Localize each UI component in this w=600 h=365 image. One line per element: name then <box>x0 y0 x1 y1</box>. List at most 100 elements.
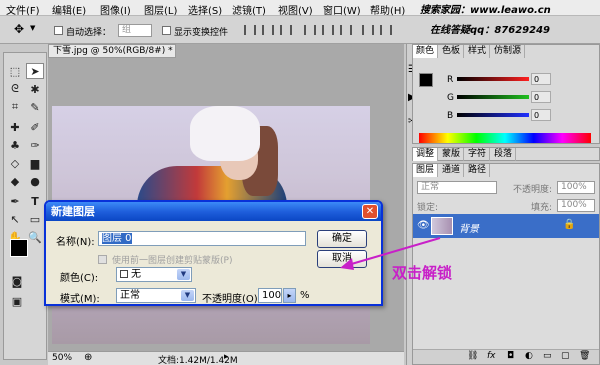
distribute-top-icon[interactable] <box>362 25 374 35</box>
cancel-button[interactable]: 取消 <box>317 250 367 268</box>
menu-layer[interactable]: 图层(L) <box>144 2 177 17</box>
green-value: 0 <box>534 93 540 102</box>
auto-select-checkbox[interactable] <box>54 26 63 35</box>
foreground-color-swatch[interactable] <box>10 239 28 257</box>
tab-color[interactable]: 颜色 <box>413 45 439 58</box>
gradient-tool-icon[interactable]: ▆ <box>26 155 44 171</box>
close-icon[interactable]: ✕ <box>362 204 378 219</box>
show-transform-checkbox[interactable] <box>162 26 171 35</box>
color-dropdown[interactable]: 无 ▼ <box>116 267 192 282</box>
blend-mode-dropdown[interactable]: 正常 <box>417 181 497 194</box>
align-right-icon[interactable] <box>340 25 352 35</box>
brush-tool-icon[interactable]: ✐ <box>26 119 44 135</box>
menu-select[interactable]: 选择(S) <box>188 2 222 17</box>
blue-value: 0 <box>534 111 540 120</box>
marquee-tool-icon[interactable]: ⬚ <box>6 63 24 79</box>
add-mask-icon[interactable]: ◘ <box>507 351 514 361</box>
new-group-icon[interactable]: ▭ <box>543 351 552 361</box>
distribute-center-icon[interactable] <box>380 25 392 35</box>
status-arrow-icon[interactable]: ▸ <box>224 352 229 362</box>
mode-dropdown[interactable]: 正常 ▼ <box>116 288 196 303</box>
blur-tool-icon[interactable]: ◆ <box>6 173 24 189</box>
tab-swatches[interactable]: 色板 <box>439 45 465 58</box>
menu-edit[interactable]: 编辑(E) <box>52 2 86 17</box>
new-layer-icon[interactable]: ▢ <box>561 351 570 361</box>
blue-slider[interactable] <box>457 113 529 117</box>
tab-paths[interactable]: 路径 <box>465 164 491 177</box>
lasso-tool-icon[interactable]: ᘓ <box>6 81 24 97</box>
auto-select-dropdown[interactable]: 组 <box>118 24 152 37</box>
status-info-icon[interactable]: ⊕ <box>84 352 92 363</box>
move-tool-icon[interactable]: ✥ <box>14 22 24 36</box>
blue-value-field[interactable]: 0 <box>531 109 551 121</box>
clone-stamp-icon[interactable]: ♣ <box>6 137 24 153</box>
adjustments-tabs: 调整 蒙版 字符 段落 <box>412 147 600 161</box>
tool-preset-arrow-icon[interactable]: ▼ <box>30 24 35 32</box>
eye-icon[interactable]: 👁 <box>417 220 430 231</box>
link-layers-icon[interactable]: ⛓ <box>467 351 478 361</box>
magic-wand-icon[interactable]: ✱ <box>26 81 44 97</box>
menu-help[interactable]: 帮助(H) <box>370 2 405 17</box>
color-value: 无 <box>131 269 141 280</box>
dodge-tool-icon[interactable]: ● <box>26 173 44 189</box>
healing-brush-icon[interactable]: ✚ <box>6 119 24 135</box>
clip-mask-checkbox[interactable] <box>98 255 107 264</box>
green-slider[interactable] <box>457 95 529 99</box>
pen-tool-icon[interactable]: ✒ <box>6 193 24 209</box>
layer-name[interactable]: 背景 <box>459 220 479 235</box>
screen-mode-icon[interactable]: ▣ <box>8 293 26 309</box>
menu-filter[interactable]: 滤镜(T) <box>232 2 266 17</box>
tab-adjustments[interactable]: 调整 <box>413 148 439 161</box>
fill-label: 填充: <box>531 203 553 213</box>
history-brush-icon[interactable]: ✑ <box>26 137 44 153</box>
type-tool-icon[interactable]: T <box>26 193 44 209</box>
zoom-tool-icon[interactable]: 🔍 <box>26 229 44 245</box>
menu-window[interactable]: 窗口(W) <box>323 2 361 17</box>
channel-b-label: B <box>447 111 454 121</box>
color-spectrum[interactable] <box>419 133 591 143</box>
menu-file[interactable]: 文件(F) <box>6 2 40 17</box>
tab-layers[interactable]: 图层 <box>413 164 439 177</box>
fg-color-swatch[interactable] <box>419 73 433 87</box>
opacity-arrow-icon[interactable]: ▸ <box>283 288 296 303</box>
delete-layer-icon[interactable]: 🗑 <box>579 351 590 361</box>
quick-mask-icon[interactable]: ◙ <box>8 273 26 289</box>
ok-button[interactable]: 确定 <box>317 230 367 248</box>
align-center-icon[interactable] <box>322 25 334 35</box>
opacity-field[interactable]: 100% <box>557 181 595 194</box>
name-label: 名称(N): <box>56 237 95 248</box>
menu-image[interactable]: 图像(I) <box>100 2 131 17</box>
color-label: 颜色(C): <box>60 273 99 284</box>
dropdown-arrow-icon: ▼ <box>177 269 190 280</box>
eraser-tool-icon[interactable]: ◇ <box>6 155 24 171</box>
layer-name-field[interactable]: 图层 0 <box>98 231 306 246</box>
tab-styles[interactable]: 样式 <box>465 45 491 58</box>
shape-tool-icon[interactable]: ▭ <box>26 211 44 227</box>
align-top-icon[interactable] <box>244 25 256 35</box>
path-select-icon[interactable]: ↖ <box>6 211 24 227</box>
tab-character[interactable]: 字符 <box>465 148 491 161</box>
zoom-level[interactable]: 50% <box>52 353 72 363</box>
tab-masks[interactable]: 蒙版 <box>439 148 465 161</box>
green-value-field[interactable]: 0 <box>531 91 551 103</box>
options-bar: ✥ ▼ 自动选择： 组 显示变换控件 在线答疑qq：87629249 <box>0 16 600 44</box>
tab-channels[interactable]: 通道 <box>439 164 465 177</box>
move-tool-icon[interactable]: ➤ <box>26 63 44 79</box>
fill-field[interactable]: 100% <box>557 199 595 212</box>
eyedropper-icon[interactable]: ✎ <box>26 99 44 115</box>
document-tab[interactable]: 下雪.jpg @ 50%(RGB/8#) * <box>48 44 176 58</box>
red-value-field[interactable]: 0 <box>531 73 551 85</box>
red-slider[interactable] <box>457 77 529 81</box>
adjustment-layer-icon[interactable]: ◐ <box>525 351 533 361</box>
opacity-field[interactable]: 100 <box>258 288 282 303</box>
lock-icon: 🔒 <box>563 219 576 230</box>
align-left-icon[interactable] <box>304 25 316 35</box>
tab-paragraph[interactable]: 段落 <box>491 148 517 161</box>
align-middle-icon[interactable] <box>262 25 274 35</box>
layer-row-background[interactable]: 👁 背景 🔒 <box>413 214 599 238</box>
layer-style-icon[interactable]: fx <box>487 351 496 361</box>
align-bottom-icon[interactable] <box>280 25 292 35</box>
menu-view[interactable]: 视图(V) <box>278 2 313 17</box>
crop-tool-icon[interactable]: ⌗ <box>6 99 24 115</box>
tab-clone-source[interactable]: 仿制源 <box>491 45 526 58</box>
